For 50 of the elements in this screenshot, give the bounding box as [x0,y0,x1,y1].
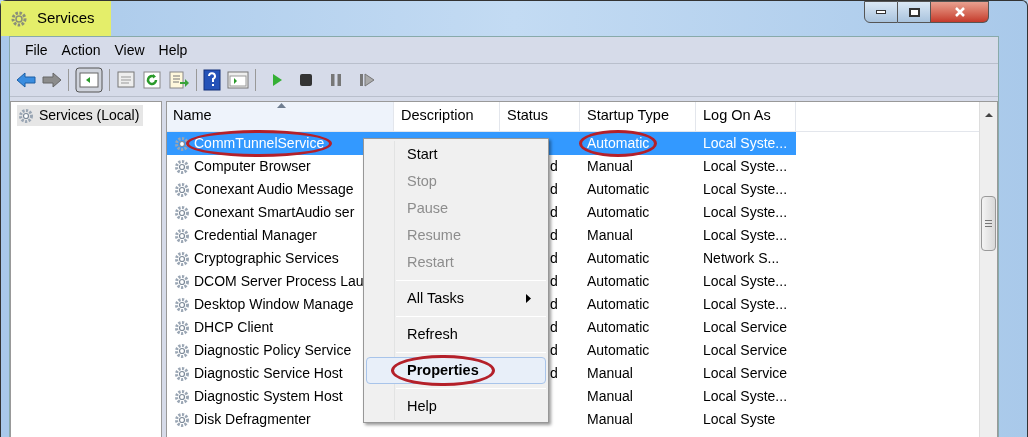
table-cell-text: Local Syste... [703,157,788,176]
table-cell-text: Conexant SmartAudio ser [194,203,355,222]
table-cell: Automatic [587,133,650,154]
table-cell-text: Automatic [587,249,650,268]
table-cell-text: Local Service [703,318,788,337]
table-cell-text: Local Syste... [703,203,788,222]
table-cell-text: d [550,364,558,383]
table-cell-text: d [550,341,558,360]
table-cell-text: Local Syste... [703,272,788,291]
table-cell-text: DCOM Server Process Lau [194,272,364,291]
table-cell-text: Automatic [587,341,650,360]
table-cell-text: d [550,249,558,268]
table-cell-text: Local Syste... [703,180,788,199]
table-cell-text: Manual [587,387,633,406]
table-cell-text: Diagnostic System Host [194,387,343,406]
table-cell-text: d [550,203,558,222]
table-cell-text: Automatic [587,180,650,199]
table-cell-text: Local Syste... [703,387,788,406]
table-cell-text: Computer Browser [194,157,311,176]
table-cell-text: DHCP Client [194,318,274,337]
table-cell-text: Network S... [703,249,780,268]
table-cell-text: d [550,318,558,337]
table-cell-text: d [550,272,558,291]
table-cell-text: Disk Defragmenter [194,410,311,429]
table-cell-text: Local Syste... [703,134,788,153]
table-cell-text: Manual [587,157,633,176]
table-cell: CommTunnelService [194,133,325,154]
table-cell-text: Manual [587,226,633,245]
table-cell-text: d [550,180,558,199]
table-cell-text: Local Service [703,341,788,360]
table-cell-text: Desktop Window Manage [194,295,354,314]
table-cell-text: Local Syste... [703,295,788,314]
table-cell-text: Automatic [587,272,650,291]
table-cell-text: Local Service [703,364,788,383]
table-cell-text: Conexant Audio Message [194,180,354,199]
table-cell-text: Manual [587,410,633,429]
table-cell-text: Cryptographic Services [194,249,339,268]
table-cell-text: Manual [587,364,633,383]
table-cell-text: Diagnostic Service Host [194,364,343,383]
table-cell-text: Automatic [587,318,650,337]
table-cell-text: d [550,157,558,176]
window-title: Services [37,8,95,29]
table-cell-text: Local Syste [703,410,776,429]
table-cell-text: Diagnostic Policy Service [194,341,352,360]
table-cell-text: Local Syste... [703,226,788,245]
table-cell-text: d [550,226,558,245]
table-cell-text: d [550,295,558,314]
table-cell-text: Automatic [587,203,650,222]
table-cell-text: Automatic [587,295,650,314]
table-cell-text: Credential Manager [194,226,317,245]
